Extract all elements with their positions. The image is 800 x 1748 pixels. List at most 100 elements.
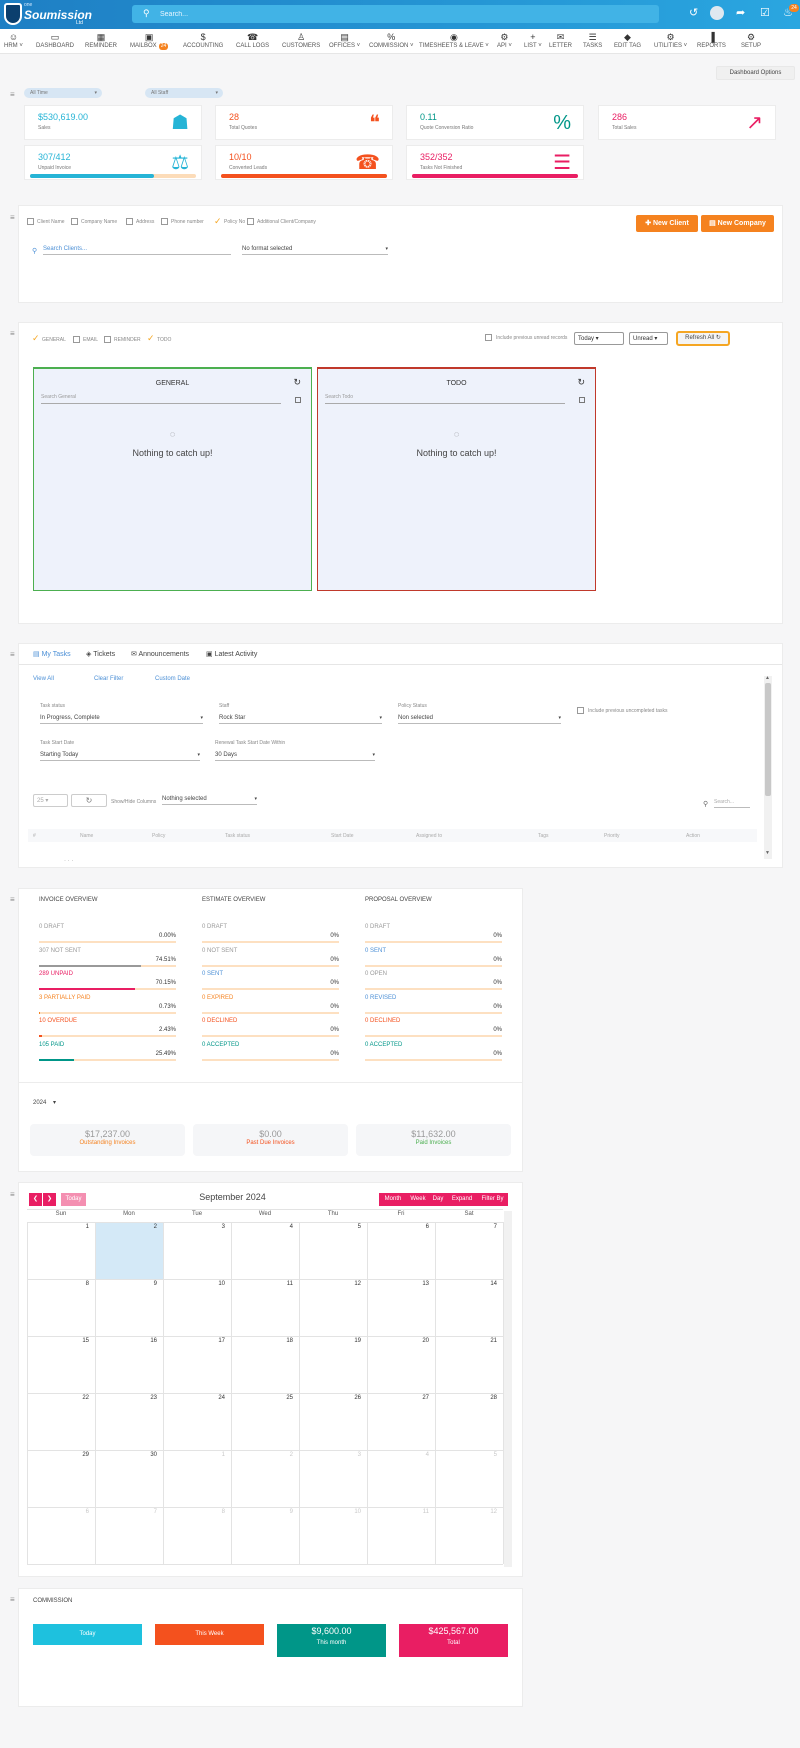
nav-offices[interactable]: ▤ OFFICES ˅	[329, 32, 360, 50]
format-select[interactable]: No format selected ▾	[242, 246, 388, 255]
task-start-date-select[interactable]: Starting Today ▾	[40, 752, 200, 761]
day-number[interactable]: 3	[299, 1452, 361, 1458]
drag-handle-icon[interactable]: ≡	[10, 895, 15, 904]
day-number[interactable]: 20	[367, 1338, 429, 1344]
day-number[interactable]: 11	[367, 1509, 429, 1515]
task-status-select[interactable]: In Progress, Complete ▾	[40, 715, 203, 724]
day-number[interactable]: 10	[163, 1281, 225, 1287]
new-client-button[interactable]: ✚ New Client	[636, 215, 698, 232]
history-icon[interactable]: ↺	[689, 7, 698, 20]
day-number[interactable]: 12	[435, 1509, 497, 1515]
task-search-input[interactable]: Search...	[714, 799, 750, 808]
staff-filter-select[interactable]: All Staff ▾	[145, 88, 223, 98]
period-select[interactable]: Today ▾	[574, 332, 624, 345]
day-number[interactable]: 7	[95, 1509, 157, 1515]
policy-status-select[interactable]: Non selected ▾	[398, 715, 561, 724]
read-status-select[interactable]: Unread ▾	[629, 332, 668, 345]
day-number[interactable]: 26	[299, 1395, 361, 1401]
view-all-link[interactable]: View All	[33, 676, 54, 682]
tab-announcements[interactable]: ✉ Announcements	[131, 650, 189, 658]
nav-call-logs[interactable]: ☎ CALL LOGS	[236, 32, 269, 50]
client-search-input[interactable]: Search Clients...	[43, 246, 231, 255]
next-month-button[interactable]: ❯	[43, 1193, 56, 1206]
invoice-status-row[interactable]: 289 UNPAID 70.15%	[39, 971, 176, 993]
calendar-view-month[interactable]: Month	[379, 1193, 407, 1206]
proposal-status-row[interactable]: 0 DRAFT 0%	[365, 924, 502, 946]
day-number[interactable]: 5	[299, 1224, 361, 1230]
include-prev-unread-checkbox[interactable]	[485, 334, 492, 341]
day-number[interactable]: 13	[367, 1281, 429, 1287]
calendar-view-filter-by[interactable]: Filter By	[477, 1193, 508, 1206]
day-number[interactable]: 18	[231, 1338, 293, 1344]
day-number[interactable]: 15	[27, 1338, 89, 1344]
nav-dashboard[interactable]: ▭ DASHBOARD	[36, 32, 74, 50]
day-number[interactable]: 17	[163, 1338, 225, 1344]
client-field-checkbox[interactable]	[247, 218, 254, 225]
calendar-view-expand[interactable]: Expand	[447, 1193, 477, 1206]
commission-tile-this-month[interactable]: $9,600.00 This month	[277, 1624, 386, 1657]
proposal-status-row[interactable]: 0 DECLINED 0%	[365, 1018, 502, 1040]
invoice-status-row[interactable]: 307 NOT SENT 74.51%	[39, 948, 176, 970]
day-number[interactable]: 29	[27, 1452, 89, 1458]
today-cell[interactable]	[95, 1222, 163, 1279]
estimate-status-row[interactable]: 0 DECLINED 0%	[202, 1018, 339, 1040]
estimate-status-row[interactable]: 0 SENT 0%	[202, 971, 339, 993]
nav-tasks[interactable]: ☰ TASKS	[583, 32, 602, 50]
tab-latest-activity[interactable]: ▣ Latest Activity	[206, 650, 257, 658]
invoice-status-row[interactable]: 3 PARTIALLY PAID 0.73%	[39, 995, 176, 1017]
nav-hrm[interactable]: ☺ HRM ˅	[4, 32, 23, 50]
estimate-status-row[interactable]: 0 DRAFT 0%	[202, 924, 339, 946]
day-number[interactable]: 22	[27, 1395, 89, 1401]
column-header[interactable]: Action	[686, 833, 700, 839]
panel-select-checkbox[interactable]	[295, 397, 301, 403]
day-number[interactable]: 1	[163, 1452, 225, 1458]
day-number[interactable]: 6	[367, 1224, 429, 1230]
drag-handle-icon[interactable]: ≡	[10, 213, 15, 222]
page-size-select[interactable]: 25 ▾	[33, 794, 68, 807]
column-header[interactable]: Assigned to	[416, 833, 442, 839]
column-header[interactable]: Start Date	[331, 833, 354, 839]
year-select[interactable]: 2024 ▾	[33, 1099, 56, 1106]
column-header[interactable]: Tags	[538, 833, 549, 839]
day-number[interactable]: 2	[95, 1224, 157, 1230]
share-icon[interactable]: ➦	[736, 7, 745, 20]
day-number[interactable]: 23	[95, 1395, 157, 1401]
client-field-checkbox[interactable]	[161, 218, 168, 225]
prev-month-button[interactable]: ❮	[29, 1193, 42, 1206]
clear-filter-link[interactable]: Clear Filter	[94, 676, 123, 682]
checklist-icon[interactable]: ☑	[760, 7, 770, 20]
renewal-start-select[interactable]: 30 Days ▾	[215, 752, 375, 761]
stat-widget[interactable]: 307/412 Unpaid Invoice ⚖	[24, 145, 202, 180]
nav-utilities[interactable]: ⚙ UTILITIES ˅	[654, 32, 687, 50]
brand-logo[interactable]: one Soumission Ltd	[4, 2, 92, 27]
day-number[interactable]: 2	[231, 1452, 293, 1458]
stat-widget[interactable]: 0.11 Quote Conversion Ratio%	[406, 105, 584, 140]
feed-type-checkbox[interactable]: ✓	[32, 333, 40, 344]
client-field-checkbox[interactable]	[71, 218, 78, 225]
client-field-checkbox[interactable]	[126, 218, 133, 225]
drag-handle-icon[interactable]: ≡	[10, 90, 15, 99]
include-prev-uncompleted-checkbox[interactable]	[577, 707, 584, 714]
invoice-status-row[interactable]: 105 PAID 25.49%	[39, 1042, 176, 1064]
tab-my-tasks[interactable]: ▤ My Tasks	[33, 650, 71, 658]
day-number[interactable]: 9	[231, 1509, 293, 1515]
proposal-status-row[interactable]: 0 ACCEPTED 0%	[365, 1042, 502, 1064]
panel-search-input[interactable]: Search General	[41, 394, 281, 404]
scrollbar-thumb[interactable]	[765, 683, 771, 796]
day-number[interactable]: 11	[231, 1281, 293, 1287]
column-header[interactable]: Name	[80, 833, 93, 839]
estimate-status-row[interactable]: 0 EXPIRED 0%	[202, 995, 339, 1017]
day-number[interactable]: 3	[163, 1224, 225, 1230]
nav-mailbox[interactable]: ▣ MAILBOX 24	[130, 32, 169, 50]
day-number[interactable]: 24	[163, 1395, 225, 1401]
stat-widget[interactable]: $530,619.00 Sales ☗	[24, 105, 202, 140]
drag-handle-icon[interactable]: ≡	[10, 1595, 15, 1604]
estimate-status-row[interactable]: 0 NOT SENT 0%	[202, 948, 339, 970]
day-number[interactable]: 16	[95, 1338, 157, 1344]
nav-customers[interactable]: ♙ CUSTOMERS	[282, 32, 320, 50]
panel-search-input[interactable]: Search Todo	[325, 394, 565, 404]
client-field-checkbox[interactable]: ✓	[214, 216, 222, 227]
nav-list[interactable]: + LIST ˅	[524, 32, 542, 50]
drag-handle-icon[interactable]: ≡	[10, 1190, 15, 1199]
day-number[interactable]: 4	[367, 1452, 429, 1458]
